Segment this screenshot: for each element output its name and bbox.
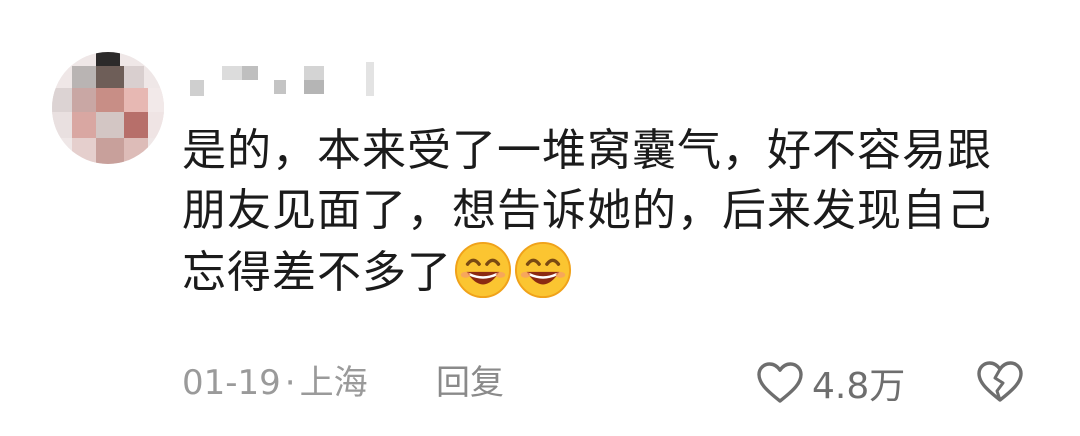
comment-date: 01-19 <box>182 363 281 403</box>
grinning-face-icon <box>514 241 572 299</box>
meta-separator: · <box>284 363 296 403</box>
comment-item: 是的，本来受了一堆窝囊气，好不容易跟 朋友见面了，想告诉她的，后来发现自己 忘得… <box>0 0 1080 436</box>
reply-button[interactable]: 回复 <box>436 361 504 405</box>
broken-heart-icon <box>977 361 1023 402</box>
grinning-face-icon <box>454 241 512 299</box>
comment-location: 上海 <box>299 363 368 403</box>
comment-line-with-emoji: 忘得差不多了 <box>182 241 1012 303</box>
comment-meta: 01-19 · 上海 <box>182 361 368 405</box>
comment-line: 朋友见面了，想告诉她的，后来发现自己 <box>182 185 992 236</box>
avatar[interactable] <box>52 52 164 164</box>
comment-line: 是的，本来受了一堆窝囊气，好不容易跟 <box>182 125 992 176</box>
like-button[interactable]: 4.8万 <box>756 358 905 408</box>
pixelated-avatar-image <box>52 52 164 164</box>
comment-body: 是的，本来受了一堆窝囊气，好不容易跟 朋友见面了，想告诉她的，后来发现自己 忘得… <box>182 121 1012 303</box>
pixelated-username-image <box>190 62 374 96</box>
like-count: 4.8万 <box>812 366 906 407</box>
heart-outline-icon <box>757 362 803 403</box>
username-pixelated[interactable] <box>190 60 400 100</box>
dislike-button[interactable] <box>976 360 1024 404</box>
comment-line: 忘得差不多了 <box>182 247 452 298</box>
